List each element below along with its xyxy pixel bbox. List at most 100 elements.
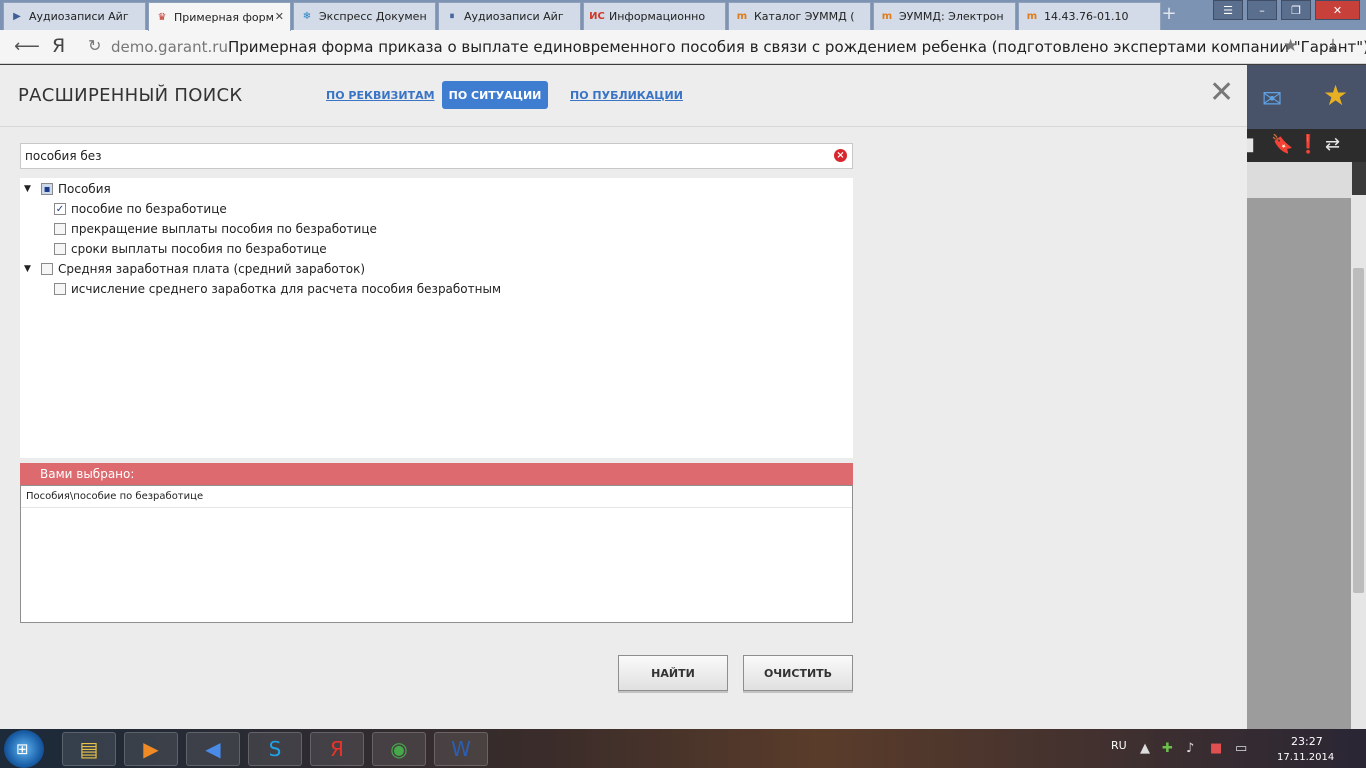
- tree-checkbox[interactable]: [54, 283, 66, 295]
- advanced-search-dialog: РАСШИРЕННЫЙ ПОИСК ПО РЕКВИЗИТАМ ПО СИТУА…: [0, 65, 1247, 729]
- pause-icon: ⏸: [449, 11, 455, 22]
- windows-taskbar: ⊞ ▤ ▶ ◀ S Я ◉ W RU ▲ ✚ ♪ ■ ▭ 23:27 17.11.2014: [0, 729, 1366, 768]
- search-input[interactable]: пособия без ×: [20, 143, 853, 169]
- find-button[interactable]: НАЙТИ: [618, 655, 728, 691]
- ic-icon: ИС: [589, 11, 605, 22]
- start-button[interactable]: ⊞: [4, 730, 44, 768]
- skype-icon[interactable]: S: [248, 732, 302, 766]
- download-icon[interactable]: ⤓: [1329, 35, 1337, 56]
- new-tab-button[interactable]: +: [1158, 5, 1180, 24]
- tab-title: Примерная форм: [174, 10, 274, 24]
- selected-header: Вами выбрано:: [20, 463, 853, 485]
- tab-0[interactable]: ▶ Аудиозаписи Айг: [3, 2, 146, 30]
- tree-item-label: сроки выплаты пособия по безработице: [71, 242, 327, 256]
- tab-title: 14.43.76-01.10: [1044, 10, 1129, 23]
- tree-item[interactable]: ▼ Средняя заработная плата (средний зараб…: [24, 259, 365, 279]
- tab-5[interactable]: m Каталог ЭУММД (: [728, 2, 871, 30]
- tab-3[interactable]: ⏸ Аудиозаписи Айг: [438, 2, 581, 30]
- tab-title: Каталог ЭУММД (: [754, 10, 855, 23]
- tab-6[interactable]: m ЭУММД: Электрон: [873, 2, 1016, 30]
- tree-item[interactable]: исчисление среднего заработка для расчет…: [54, 279, 501, 299]
- tab-by-situation[interactable]: ПО СИТУАЦИИ: [442, 81, 548, 109]
- yandex-browser-icon[interactable]: Я: [310, 732, 364, 766]
- tree-checkbox[interactable]: [54, 243, 66, 255]
- favorites-star-icon[interactable]: ★: [1323, 79, 1348, 112]
- selected-list: Пособия\пособие по безработице: [20, 485, 853, 623]
- tree-checkbox[interactable]: ✓: [54, 203, 66, 215]
- mail-users-icon[interactable]: ✉: [1262, 85, 1282, 113]
- expand-triangle-icon[interactable]: ▼: [24, 184, 35, 194]
- tree-checkbox[interactable]: [54, 223, 66, 235]
- volume-app-icon[interactable]: ◀: [186, 732, 240, 766]
- search-input-value: пособия без: [25, 149, 102, 163]
- selected-item[interactable]: Пособия\пособие по безработице: [21, 486, 852, 508]
- snowflake-icon: ❄: [302, 11, 312, 22]
- tab-2[interactable]: ❄ Экспресс Докумен: [293, 2, 436, 30]
- chrome-icon[interactable]: ◉: [372, 732, 426, 766]
- tab-title: Экспресс Докумен: [319, 10, 427, 23]
- word-icon[interactable]: W: [434, 732, 488, 766]
- eummd-icon: m: [1026, 11, 1038, 22]
- page-content: ✉ ★ ▮ 🔖 ❗ ⇄ РАСШИРЕННЫЙ ПОИСК ПО РЕКВИЗИ…: [0, 65, 1366, 729]
- tree-checkbox[interactable]: [41, 263, 53, 275]
- volume-icon[interactable]: ♪: [1186, 741, 1194, 756]
- background-panel: ✉ ★ ▮ 🔖 ❗ ⇄: [1245, 65, 1366, 729]
- tab-title: ЭУММД: Электрон: [899, 10, 1004, 23]
- dialog-title: РАСШИРЕННЫЙ ПОИСК: [18, 85, 243, 106]
- tab-strip: ▶ Аудиозаписи Айг ♛ Примерная форм ✕ ❄ Экспрес…: [0, 0, 1366, 31]
- tab-1[interactable]: ♛ Примерная форм ✕: [148, 2, 291, 31]
- tree-item[interactable]: ✓ пособие по безработице: [54, 199, 227, 219]
- clock-date[interactable]: 17.11.2014: [1277, 752, 1334, 763]
- tree-checkbox[interactable]: ▪: [41, 183, 53, 195]
- tab-by-publication[interactable]: ПО ПУБЛИКАЦИИ: [570, 89, 683, 102]
- clear-search-icon[interactable]: ×: [834, 149, 847, 162]
- swap-arrows-icon[interactable]: ⇄: [1325, 134, 1340, 155]
- tree-item-label: прекращение выплаты пособия по безработи…: [71, 222, 377, 236]
- expand-triangle-icon[interactable]: ▼: [24, 264, 35, 274]
- tab-by-requisites[interactable]: ПО РЕКВИЗИТАМ: [326, 89, 435, 102]
- url-host[interactable]: demo.garant.ru: [111, 38, 228, 56]
- folder-icon[interactable]: ▤: [62, 732, 116, 766]
- tree-item-label: исчисление среднего заработка для расчет…: [71, 282, 502, 296]
- language-indicator[interactable]: RU: [1111, 739, 1127, 752]
- url-page-title[interactable]: Примерная форма приказа о выплате единов…: [228, 38, 1366, 56]
- tree-item-label: пособие по безработице: [71, 202, 227, 216]
- yandex-icon[interactable]: Я: [52, 35, 65, 57]
- tab-7[interactable]: m 14.43.76-01.10: [1018, 2, 1161, 30]
- play-icon: ▶: [13, 11, 21, 22]
- info-icon[interactable]: ❗: [1297, 134, 1319, 155]
- tree-item[interactable]: прекращение выплаты пособия по безработи…: [54, 219, 377, 239]
- back-arrow-icon[interactable]: ⟵: [14, 36, 40, 57]
- network-icon[interactable]: ▭: [1235, 741, 1247, 756]
- tree-item[interactable]: ▼ ▪ Пособия: [24, 179, 111, 199]
- dialog-header: РАСШИРЕННЫЙ ПОИСК ПО РЕКВИЗИТАМ ПО СИТУА…: [0, 65, 1247, 127]
- address-bar: ⟵ Я ↻ demo.garant.ru Примерная форма при…: [0, 30, 1366, 64]
- tree-item[interactable]: сроки выплаты пособия по безработице: [54, 239, 327, 259]
- windows-logo-icon: ⊞: [16, 740, 29, 758]
- tray-arrow-icon[interactable]: ▲: [1140, 741, 1150, 756]
- bookmark-icon[interactable]: 🔖: [1271, 134, 1293, 155]
- minimize-button[interactable]: –: [1247, 0, 1277, 20]
- tab-4[interactable]: ИС Информационно: [583, 2, 726, 30]
- close-tab-icon[interactable]: ✕: [275, 10, 284, 23]
- tray-app-icon[interactable]: ■: [1210, 741, 1222, 756]
- scrollbar-thumb[interactable]: [1353, 268, 1364, 593]
- tab-title: Аудиозаписи Айг: [29, 10, 129, 23]
- close-dialog-icon[interactable]: ✕: [1209, 78, 1234, 108]
- close-window-button[interactable]: ✕: [1315, 0, 1360, 20]
- clock-time[interactable]: 23:27: [1291, 735, 1323, 748]
- tab-title: Аудиозаписи Айг: [464, 10, 564, 23]
- situation-tree: ▼ ▪ Пособия ✓ пособие по безработице прекраще…: [20, 178, 853, 458]
- eummd-icon: m: [881, 11, 893, 22]
- bookmark-star-icon[interactable]: ★: [1283, 36, 1298, 56]
- clear-button[interactable]: ОЧИСТИТЬ: [743, 655, 853, 691]
- media-player-icon[interactable]: ▶: [124, 732, 178, 766]
- tab-title: Информационно: [609, 10, 706, 23]
- tree-item-label: Средняя заработная плата (средний зарабо…: [58, 262, 366, 276]
- tree-item-label: Пособия: [58, 182, 111, 196]
- tray-plus-icon[interactable]: ✚: [1162, 741, 1173, 756]
- eummd-icon: m: [736, 11, 748, 22]
- reload-icon[interactable]: ↻: [88, 36, 101, 55]
- menu-button[interactable]: ☰: [1213, 0, 1243, 20]
- maximize-button[interactable]: ❐: [1281, 0, 1311, 20]
